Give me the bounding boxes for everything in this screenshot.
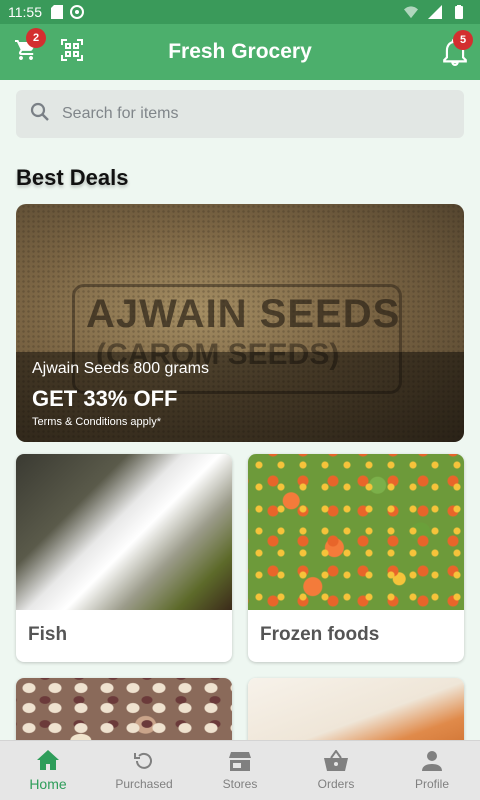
scan-button[interactable] — [52, 32, 92, 72]
section-title: Best Deals — [16, 165, 129, 190]
deal-banner[interactable]: AJWAIN SEEDS (CAROM SEEDS) Ajwain Seeds … — [16, 204, 464, 442]
search-input[interactable] — [62, 105, 422, 123]
qr-scan-icon — [60, 38, 84, 67]
nav-stores[interactable]: Stores — [192, 741, 288, 800]
notification-badge: 5 — [453, 30, 473, 50]
category-card-frozen-foods[interactable]: Frozen foods — [248, 454, 464, 662]
wifi-icon — [404, 5, 418, 19]
nav-label: Purchased — [115, 777, 173, 791]
frozen-vegetables-image — [248, 454, 464, 610]
category-card-fish[interactable]: Fish — [16, 454, 232, 662]
store-icon — [228, 750, 252, 777]
nav-label: Profile — [414, 777, 449, 791]
nav-orders[interactable]: Orders — [288, 741, 384, 800]
waterfall-image — [16, 454, 232, 610]
cart-badge: 2 — [26, 28, 46, 48]
nav-label: Orders — [317, 777, 355, 791]
battery-icon — [452, 5, 466, 19]
search-bar[interactable] — [16, 90, 464, 138]
nav-label: Home — [29, 776, 67, 792]
app-bar: 2 Fresh Grocery 5 — [0, 24, 480, 80]
cart-button[interactable]: 2 — [6, 28, 46, 72]
nav-purchased[interactable]: Purchased — [96, 741, 192, 800]
deal-overlay: Ajwain Seeds 800 grams GET 33% OFF Terms… — [16, 352, 464, 442]
search-icon — [30, 102, 50, 127]
basket-icon — [323, 749, 349, 777]
bottom-navigation: Home Purchased Stores Orders Profile — [0, 740, 480, 800]
package-text: AJWAIN SEEDS — [86, 292, 401, 336]
vegetable-pieces — [248, 454, 464, 610]
sync-icon — [70, 5, 84, 19]
history-icon — [133, 750, 155, 777]
category-label: Frozen foods — [260, 624, 380, 645]
status-time: 11:55 — [8, 4, 42, 20]
deal-name: Ajwain Seeds 800 grams — [32, 360, 209, 377]
nav-profile[interactable]: Profile — [384, 741, 480, 800]
nav-label: Stores — [222, 777, 258, 791]
category-label: Fish — [28, 624, 68, 645]
person-icon — [421, 750, 443, 777]
nav-home[interactable]: Home — [0, 741, 96, 800]
home-icon — [36, 749, 60, 776]
status-bar: 11:55 — [0, 0, 480, 24]
sd-card-icon — [50, 5, 64, 19]
notifications-button[interactable]: 5 — [435, 30, 475, 74]
deal-terms: Terms & Conditions apply* — [32, 416, 162, 428]
signal-icon — [428, 5, 442, 19]
deal-offer: GET 33% OFF — [32, 386, 178, 411]
